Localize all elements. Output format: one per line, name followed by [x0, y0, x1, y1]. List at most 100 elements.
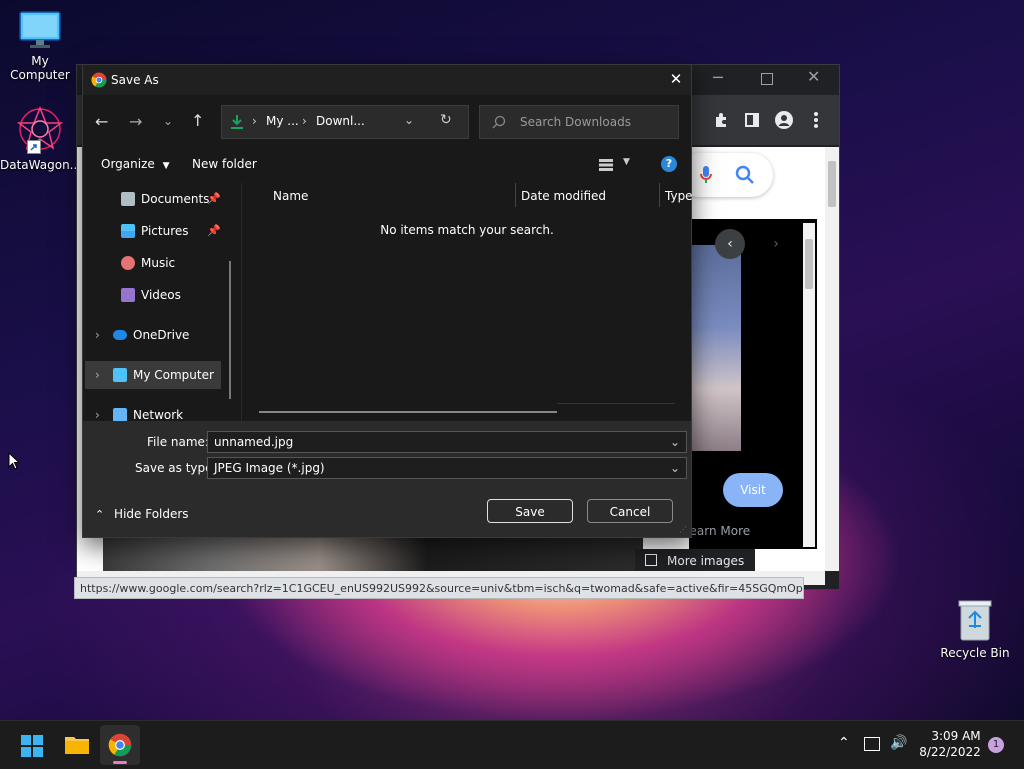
chevron-down-icon[interactable]: ⌄	[670, 432, 680, 452]
inner-scrollbar[interactable]	[803, 223, 815, 547]
save-button[interactable]: Save	[487, 499, 573, 523]
new-folder-button[interactable]: New folder	[192, 157, 257, 171]
file-name-label: File name:	[147, 435, 209, 449]
nav-item-label: Videos	[141, 288, 181, 302]
file-list-header: Name Date modified Type	[243, 183, 693, 209]
file-name-input[interactable]: unnamed.jpg ⌄	[207, 431, 687, 453]
chevron-down-icon[interactable]: ⌄	[670, 458, 680, 478]
column-header-name[interactable]: Name	[273, 189, 308, 203]
start-button[interactable]	[20, 734, 44, 758]
desktop-icon-label: DataWagon...	[0, 158, 82, 172]
page-scrollbar[interactable]	[825, 147, 839, 571]
nav-item-videos[interactable]: Videos	[83, 281, 241, 309]
clock-time[interactable]: 3:09 AM	[926, 729, 986, 743]
dialog-body: Documents 📌 Pictures 📌 Music Videos › On…	[83, 183, 693, 421]
search-downloads-box[interactable]: Search Downloads	[479, 105, 679, 139]
help-icon[interactable]: ?	[661, 156, 677, 172]
recent-locations-chevron-icon[interactable]: ⌄	[163, 114, 173, 128]
datawagon-logo-icon	[15, 104, 65, 154]
hide-folders-label: Hide Folders	[114, 507, 189, 521]
nav-item-pictures[interactable]: Pictures 📌	[83, 217, 241, 245]
organize-button[interactable]: Organize ▼	[101, 157, 170, 171]
prev-image-button[interactable]: ‹	[715, 229, 745, 259]
organize-label: Organize	[101, 157, 155, 171]
view-dropdown-chevron-icon[interactable]: ▼	[623, 157, 630, 167]
nav-item-label: Network	[133, 408, 184, 421]
next-image-button[interactable]: ›	[761, 229, 791, 259]
file-explorer-taskbar-icon[interactable]	[64, 733, 90, 757]
download-folder-icon	[230, 114, 244, 129]
mouse-cursor-icon	[8, 451, 22, 475]
preview-image	[689, 245, 741, 451]
search-icon[interactable]	[735, 165, 755, 188]
scrollbar-thumb[interactable]	[828, 161, 836, 207]
expand-chevron-icon[interactable]: ›	[95, 361, 100, 389]
desktop-icon-recycle-bin[interactable]: Recycle Bin	[935, 598, 1015, 660]
save-as-dialog: Save As ✕ ← → ⌄ ↑ › My ... › Downl... ⌄ …	[82, 64, 693, 538]
nav-pane-scrollbar[interactable]	[229, 261, 231, 399]
column-divider[interactable]	[515, 183, 516, 207]
dialog-command-bar: Organize ▼ New folder ▼ ?	[83, 147, 691, 183]
side-panel-icon[interactable]	[745, 113, 759, 127]
column-header-type[interactable]: Type	[665, 189, 693, 203]
address-dropdown-chevron-icon[interactable]: ⌄	[404, 113, 414, 127]
nav-item-onedrive[interactable]: › OneDrive	[83, 321, 241, 349]
save-type-select[interactable]: JPEG Image (*.jpg) ⌄	[207, 457, 687, 479]
desktop-icon-my-computer[interactable]: My Computer	[0, 10, 80, 82]
minimize-button[interactable]: ─	[713, 70, 733, 89]
breadcrumb-item-downloads[interactable]: Downl...	[316, 114, 365, 128]
back-button[interactable]: ←	[95, 112, 108, 131]
breadcrumb-item-my-computer[interactable]: My ...	[266, 114, 299, 128]
forward-button[interactable]: →	[129, 112, 142, 131]
column-divider[interactable]	[659, 183, 660, 207]
up-button[interactable]: ↑	[191, 111, 204, 130]
notification-badge[interactable]: 1	[988, 737, 1004, 753]
nav-item-label: Pictures	[141, 224, 189, 238]
extensions-icon[interactable]	[713, 112, 729, 128]
network-icon	[113, 408, 127, 421]
pictures-icon	[121, 224, 135, 238]
chevron-down-icon: ▼	[162, 161, 170, 171]
taskbar: ⌃ 🔊 3:09 AM 8/22/2022 1	[0, 720, 1024, 769]
shortcut-arrow-icon	[27, 140, 41, 154]
more-images-button[interactable]: More images	[635, 549, 755, 571]
expand-chevron-icon[interactable]: ›	[95, 401, 100, 421]
column-header-date-modified[interactable]: Date modified	[521, 189, 606, 203]
resize-grip-icon[interactable]: ⋰	[679, 525, 689, 535]
network-status-icon[interactable]	[864, 737, 880, 751]
maximize-button[interactable]	[761, 73, 773, 85]
empty-state-message: No items match your search.	[380, 223, 554, 237]
profile-icon[interactable]	[775, 111, 793, 129]
show-hidden-icons-chevron-icon[interactable]: ⌃	[838, 735, 850, 751]
pin-icon: 📌	[207, 192, 221, 205]
view-options-icon[interactable]	[599, 159, 613, 171]
status-url-bar: https://www.google.com/search?rlz=1C1GCE…	[74, 577, 804, 599]
refresh-icon[interactable]: ↻	[440, 112, 452, 128]
breadcrumb-separator-icon: ›	[302, 114, 307, 128]
desktop-icon-datawagon[interactable]: DataWagon...	[0, 104, 82, 172]
nav-pane-divider[interactable]	[241, 183, 242, 421]
file-list-hscrollbar[interactable]	[259, 411, 557, 413]
desktop-icon-label: Recycle Bin	[940, 646, 1010, 660]
nav-item-music[interactable]: Music	[83, 249, 241, 277]
address-bar[interactable]: › My ... › Downl... ⌄ ↻	[221, 105, 469, 139]
close-button[interactable]: ✕	[807, 67, 827, 87]
dialog-close-button[interactable]: ✕	[667, 70, 685, 88]
microphone-icon[interactable]	[699, 165, 713, 188]
volume-icon[interactable]: 🔊	[890, 735, 907, 751]
expand-chevron-icon[interactable]: ›	[95, 321, 100, 349]
hide-folders-button[interactable]: ⌃ Hide Folders	[95, 507, 189, 521]
menu-kebab-icon[interactable]	[813, 111, 819, 129]
active-indicator	[113, 761, 127, 764]
image-icon	[645, 554, 657, 566]
videos-icon	[121, 288, 135, 302]
nav-item-network[interactable]: › Network	[83, 401, 241, 421]
dialog-titlebar: Save As ✕	[83, 65, 691, 95]
clock-date[interactable]: 8/22/2022	[914, 745, 986, 759]
visit-button[interactable]: Visit	[723, 473, 783, 507]
music-icon	[121, 256, 135, 270]
nav-item-my-computer[interactable]: › My Computer	[85, 361, 221, 389]
nav-item-documents[interactable]: Documents 📌	[83, 185, 241, 213]
cancel-button[interactable]: Cancel	[587, 499, 673, 523]
chrome-taskbar-button[interactable]	[100, 725, 140, 765]
